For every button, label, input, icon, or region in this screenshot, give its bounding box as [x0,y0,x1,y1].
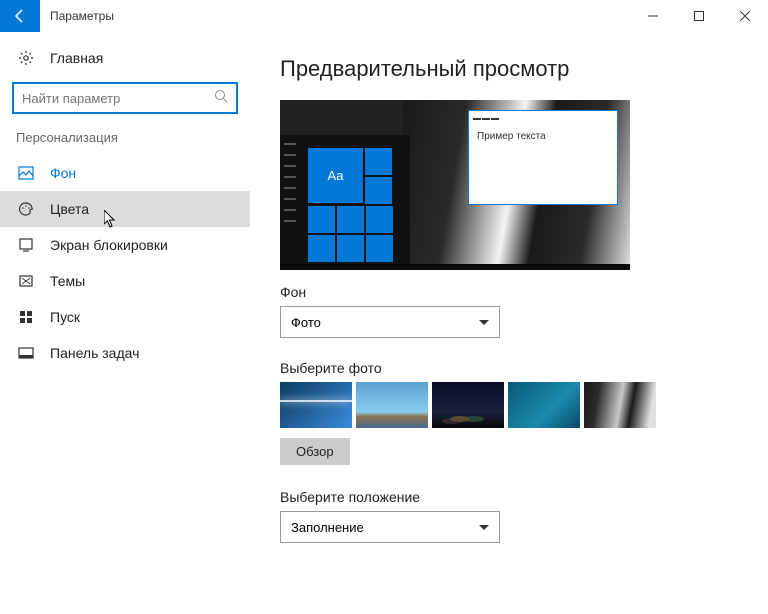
window-title: Параметры [50,9,114,23]
window-controls [630,0,768,32]
photo-thumb-5[interactable] [584,382,656,428]
fit-select[interactable]: Заполнение [280,511,500,543]
close-button[interactable] [722,0,768,32]
sidebar-item-lockscreen[interactable]: Экран блокировки [0,227,250,263]
background-label: Фон [280,284,738,300]
desktop-preview: Aa Пример текста [280,100,630,270]
browse-button[interactable]: Обзор [280,438,350,465]
home-label: Главная [50,50,103,66]
background-select[interactable]: Фото [280,306,500,338]
preview-window: Пример текста [468,110,618,205]
photo-thumbnails [280,382,738,428]
photo-thumb-3[interactable] [432,382,504,428]
themes-icon [16,273,36,289]
preview-tile-text: Aa [308,148,363,203]
sidebar-item-label: Цвета [50,201,89,217]
image-icon [16,165,36,181]
sidebar-item-label: Экран блокировки [50,237,168,253]
gear-icon [16,50,36,66]
background-value: Фото [291,315,321,330]
sidebar-item-label: Фон [50,165,76,181]
sidebar: Главная Персонализация Фон Цвета Экран б… [0,32,250,614]
choose-photo-label: Выберите фото [280,360,738,376]
main-content: Предварительный просмотр Aa Пример текст… [250,32,768,614]
sidebar-item-taskbar[interactable]: Панель задач [0,335,250,371]
sidebar-item-colors[interactable]: Цвета [0,191,250,227]
back-button[interactable] [0,0,40,32]
photo-thumb-1[interactable] [280,382,352,428]
photo-thumb-2[interactable] [356,382,428,428]
search-field[interactable] [22,91,214,106]
search-icon [214,89,228,108]
sidebar-item-themes[interactable]: Темы [0,263,250,299]
lockscreen-icon [16,237,36,253]
maximize-button[interactable] [676,0,722,32]
fit-value: Заполнение [291,520,364,535]
sidebar-item-label: Пуск [50,309,80,325]
chevron-down-icon [479,320,489,325]
chevron-down-icon [479,525,489,530]
minimize-button[interactable] [630,0,676,32]
preview-window-text: Пример текста [469,127,617,146]
titlebar: Параметры [0,0,768,32]
taskbar-icon [16,345,36,361]
photo-thumb-4[interactable] [508,382,580,428]
home-link[interactable]: Главная [0,42,250,74]
sidebar-item-start[interactable]: Пуск [0,299,250,335]
start-icon [16,309,36,325]
section-label: Персонализация [0,130,250,145]
sidebar-item-background[interactable]: Фон [0,155,250,191]
sidebar-item-label: Панель задач [50,345,139,361]
palette-icon [16,201,36,217]
fit-label: Выберите положение [280,489,738,505]
search-input[interactable] [12,82,238,114]
sidebar-item-label: Темы [50,273,85,289]
page-title: Предварительный просмотр [280,56,738,82]
